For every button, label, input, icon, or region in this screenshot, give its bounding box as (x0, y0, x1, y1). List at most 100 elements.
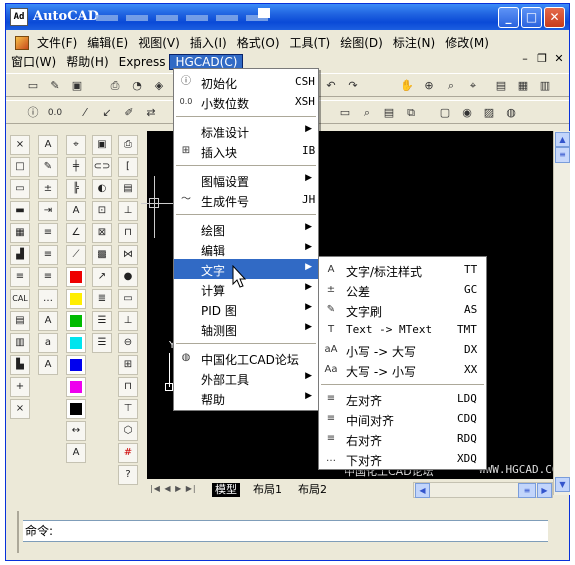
support-icon[interactable]: ⊓ (118, 377, 138, 397)
print-small-icon[interactable]: ⎙ (118, 135, 138, 155)
render-icon[interactable]: ▨ (480, 104, 498, 122)
open-icon[interactable]: ✎ (46, 77, 64, 95)
case-up-icon[interactable]: a (38, 333, 58, 353)
properties-icon[interactable]: ▤ (492, 77, 510, 95)
hex-icon[interactable]: ⬡ (118, 421, 138, 441)
layers-icon[interactable]: ☰ (92, 311, 112, 331)
plus-icon[interactable]: + (10, 377, 30, 397)
tube-icon[interactable]: ▭ (118, 289, 138, 309)
mdi-minimize-button[interactable]: – (517, 51, 533, 67)
scroll-thumb[interactable]: ≡ (555, 147, 570, 163)
submenu-item-align-bottom[interactable]: … 下对齐 XDQ (319, 449, 486, 469)
text-style-icon[interactable]: A (38, 135, 58, 155)
command-window-grip[interactable] (17, 511, 20, 553)
palette-red[interactable] (66, 267, 86, 287)
menu-item-forum[interactable]: ◍ 中国化工CAD论坛 (174, 348, 318, 368)
submenu-item-align-left[interactable]: ≡ 左对齐 LDQ (319, 389, 486, 409)
pan-icon[interactable]: ✋ (398, 77, 416, 95)
zoom-window-icon[interactable]: ⌕ (442, 77, 460, 95)
menu-item-edit[interactable]: 编辑 ▶ (174, 239, 318, 259)
menu-hgcad[interactable]: HGCAD(C) (169, 53, 244, 70)
branch-icon[interactable]: ╠ (66, 179, 86, 199)
align-center-icon[interactable]: ≡ (38, 245, 58, 265)
palette-blue[interactable] (66, 355, 86, 375)
palette-cyan[interactable] (66, 333, 86, 353)
minimize-button[interactable]: _ (498, 7, 519, 28)
connect-icon[interactable]: ⇄ (142, 104, 160, 122)
x-frame-icon[interactable]: ⊠ (92, 223, 112, 243)
scroll-down-icon[interactable]: ▼ (555, 477, 570, 492)
pipe-icon[interactable]: ╪ (66, 157, 86, 177)
vertical-scrollbar[interactable]: ▲ ≡ ▼ (553, 131, 570, 495)
zoom-previous-icon[interactable]: ⌖ (464, 77, 482, 95)
align-icon[interactable]: ⇥ (38, 201, 58, 221)
legs-icon[interactable]: ⊤ (118, 399, 138, 419)
erase-icon[interactable]: ⨯ (10, 135, 30, 155)
hash-icon[interactable]: # (118, 443, 138, 463)
palette-black[interactable] (66, 399, 86, 419)
menu-view[interactable]: 视图(V) (133, 34, 185, 51)
publish-icon[interactable]: ◈ (150, 77, 168, 95)
menu-modify[interactable]: 修改(M) (440, 34, 494, 51)
frame-icon[interactable]: ⊡ (92, 201, 112, 221)
align-right-icon[interactable]: ≡ (38, 267, 58, 287)
tower-icon[interactable]: ⊥ (118, 201, 138, 221)
dots-icon[interactable]: … (38, 289, 58, 309)
reactor-icon[interactable]: ⊞ (118, 355, 138, 375)
decimal-icon[interactable]: 0.0 (46, 104, 64, 122)
ab-icon[interactable]: A (38, 311, 58, 331)
layers2-icon[interactable]: ☰ (92, 333, 112, 353)
horizontal-scrollbar[interactable]: ◀ ≡ ▶ (413, 482, 553, 498)
menu-item-part-number[interactable]: 〜 生成件号 JH (174, 190, 318, 210)
redo-icon[interactable]: ↷ (344, 77, 362, 95)
angle-icon[interactable]: ∠ (66, 223, 86, 243)
material-icon[interactable]: ◍ (502, 104, 520, 122)
column-icon[interactable]: ⊥ (118, 311, 138, 331)
valve-icon[interactable]: ⋈ (118, 245, 138, 265)
save-icon[interactable]: ▣ (68, 77, 86, 95)
dimension-icon[interactable]: ↗ (92, 267, 112, 287)
submenu-item-align-center[interactable]: ≡ 中间对齐 CDQ (319, 409, 486, 429)
text-brush-icon[interactable]: ✎ (38, 157, 58, 177)
menu-item-init[interactable]: ⓘ 初始化 CSH (174, 72, 318, 92)
tab-model[interactable]: 模型 (212, 483, 240, 497)
tab-layout2[interactable]: 布局2 (295, 483, 330, 497)
hscroll-thumb[interactable]: ≡ (518, 483, 536, 498)
menu-insert[interactable]: 插入(I) (185, 34, 232, 51)
mdi-restore-button[interactable]: ❐ (534, 51, 550, 67)
vessel-icon[interactable]: ⊖ (118, 333, 138, 353)
box-icon[interactable]: ▭ (10, 179, 30, 199)
preview-icon[interactable]: ◔ (128, 77, 146, 95)
width-icon[interactable]: ↔ (66, 421, 86, 441)
tank-icon[interactable]: ⊓ (118, 223, 138, 243)
tolerance-icon[interactable]: ± (38, 179, 58, 199)
menu-tools[interactable]: 工具(T) (285, 34, 336, 51)
scroll-right-icon[interactable]: ▶ (537, 483, 552, 498)
strip-icon[interactable]: ▬ (10, 201, 30, 221)
submenu-item-text-to-mtext[interactable]: T Text -> MText TMT (319, 320, 486, 340)
menu-item-help[interactable]: 帮助 ▶ (174, 388, 318, 408)
list-icon[interactable]: ≡ (10, 267, 30, 287)
init-icon[interactable]: ⓘ (24, 104, 42, 122)
sheet-icon[interactable]: ▥ (10, 333, 30, 353)
layer-stack-icon[interactable]: ▣ (92, 135, 112, 155)
submenu-item-text-brush[interactable]: ✎ 文字刷 AS (319, 300, 486, 320)
nozzle-icon[interactable]: ● (118, 267, 138, 287)
menu-format[interactable]: 格式(O) (232, 34, 285, 51)
palette-magenta[interactable] (66, 377, 86, 397)
undo-icon[interactable]: ↶ (322, 77, 340, 95)
align-left-icon[interactable]: ≡ (38, 223, 58, 243)
tool-palette-icon[interactable]: ▥ (536, 77, 554, 95)
table-icon[interactable]: ▭ (336, 104, 354, 122)
snap-icon[interactable]: ⌖ (66, 135, 86, 155)
title-bar[interactable]: Ad AutoCAD _ □ ✕ (6, 4, 569, 30)
tab-layout1[interactable]: 布局1 (250, 483, 285, 497)
menu-express[interactable]: Express (114, 55, 171, 69)
scroll-left-icon[interactable]: ◀ (415, 483, 430, 498)
menu-item-decimal[interactable]: 0.0 小数位数 XSH (174, 92, 318, 112)
pump-icon[interactable]: ◐ (92, 179, 112, 199)
stack-icon[interactable]: ≣ (92, 289, 112, 309)
menu-draw[interactable]: 绘图(D) (335, 34, 388, 51)
palette-green[interactable] (66, 311, 86, 331)
menu-item-pid[interactable]: PID 图 ▶ (174, 299, 318, 319)
